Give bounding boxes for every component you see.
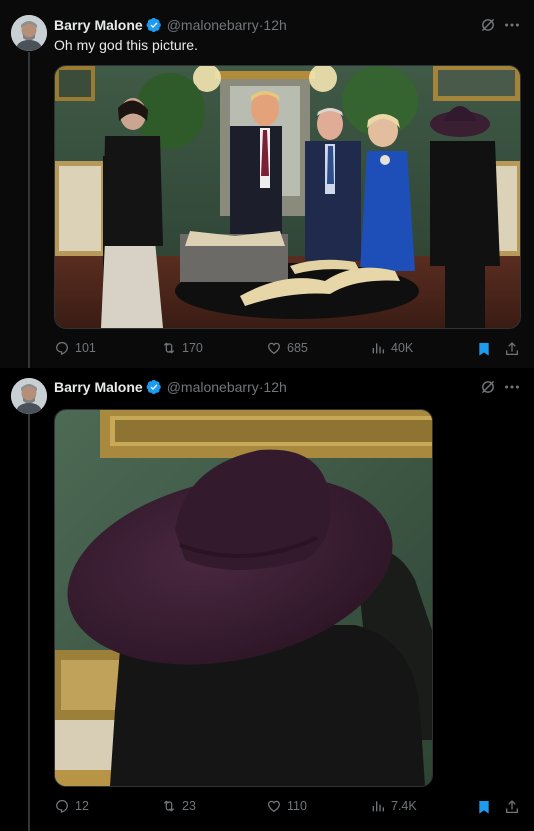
- more-icon[interactable]: [503, 16, 521, 34]
- repost-icon: [163, 342, 175, 354]
- reply-button[interactable]: 101: [54, 340, 96, 356]
- like-count: 110: [287, 799, 307, 813]
- share-icon[interactable]: [504, 799, 520, 815]
- views-button[interactable]: 7.4K: [370, 798, 417, 814]
- reply-count: 101: [75, 341, 96, 355]
- action-bar: 12 23 110 7.4K: [54, 798, 520, 818]
- author-handle[interactable]: @malonebarry: [167, 17, 259, 33]
- bookmark-icon[interactable]: [476, 799, 492, 815]
- timestamp[interactable]: 12h: [263, 379, 286, 395]
- tweet-1[interactable]: Barry Malone @malonebarry · 12h Oh my go…: [0, 0, 534, 368]
- verified-badge-icon: [146, 17, 161, 33]
- bookmark-icon[interactable]: [476, 341, 492, 357]
- reply-button[interactable]: 12: [54, 798, 89, 814]
- like-count: 685: [287, 341, 308, 355]
- avatar[interactable]: [11, 378, 47, 414]
- grok-icon[interactable]: [480, 17, 496, 33]
- more-icon[interactable]: [503, 378, 521, 396]
- views-button[interactable]: 40K: [370, 340, 413, 356]
- repost-count: 23: [182, 799, 196, 813]
- tweet-header: Barry Malone @malonebarry · 12h: [54, 15, 287, 35]
- like-icon: [268, 800, 280, 813]
- author-handle[interactable]: @malonebarry: [167, 379, 259, 395]
- reply-count: 12: [75, 799, 89, 813]
- like-button[interactable]: 110: [266, 798, 307, 814]
- verified-badge-icon: [146, 379, 161, 395]
- like-button[interactable]: 685: [266, 340, 308, 356]
- tweet-text: Oh my god this picture.: [54, 37, 198, 53]
- repost-count: 170: [182, 341, 203, 355]
- share-icon[interactable]: [504, 341, 520, 357]
- avatar[interactable]: [11, 15, 47, 51]
- repost-button[interactable]: 23: [161, 798, 196, 814]
- views-icon: [372, 343, 384, 354]
- views-icon: [372, 801, 384, 812]
- thread-line: [28, 52, 30, 368]
- author-name[interactable]: Barry Malone: [54, 17, 143, 33]
- tweet-2[interactable]: Barry Malone @malonebarry · 12h 12 23 11…: [0, 368, 534, 831]
- author-name[interactable]: Barry Malone: [54, 379, 143, 395]
- like-icon: [268, 342, 280, 355]
- tweet-photo[interactable]: [54, 65, 521, 329]
- reply-icon: [56, 342, 68, 355]
- views-count: 40K: [391, 341, 414, 355]
- tweet-header: Barry Malone @malonebarry · 12h: [54, 377, 287, 397]
- reply-icon: [56, 800, 68, 813]
- repost-icon: [163, 800, 175, 812]
- timestamp[interactable]: 12h: [263, 17, 286, 33]
- repost-button[interactable]: 170: [161, 340, 203, 356]
- thread-line: [28, 414, 30, 831]
- tweet-photo[interactable]: [54, 409, 433, 787]
- views-count: 7.4K: [391, 799, 417, 813]
- action-bar: 101 170 685 40K: [54, 340, 520, 360]
- grok-icon[interactable]: [480, 379, 496, 395]
